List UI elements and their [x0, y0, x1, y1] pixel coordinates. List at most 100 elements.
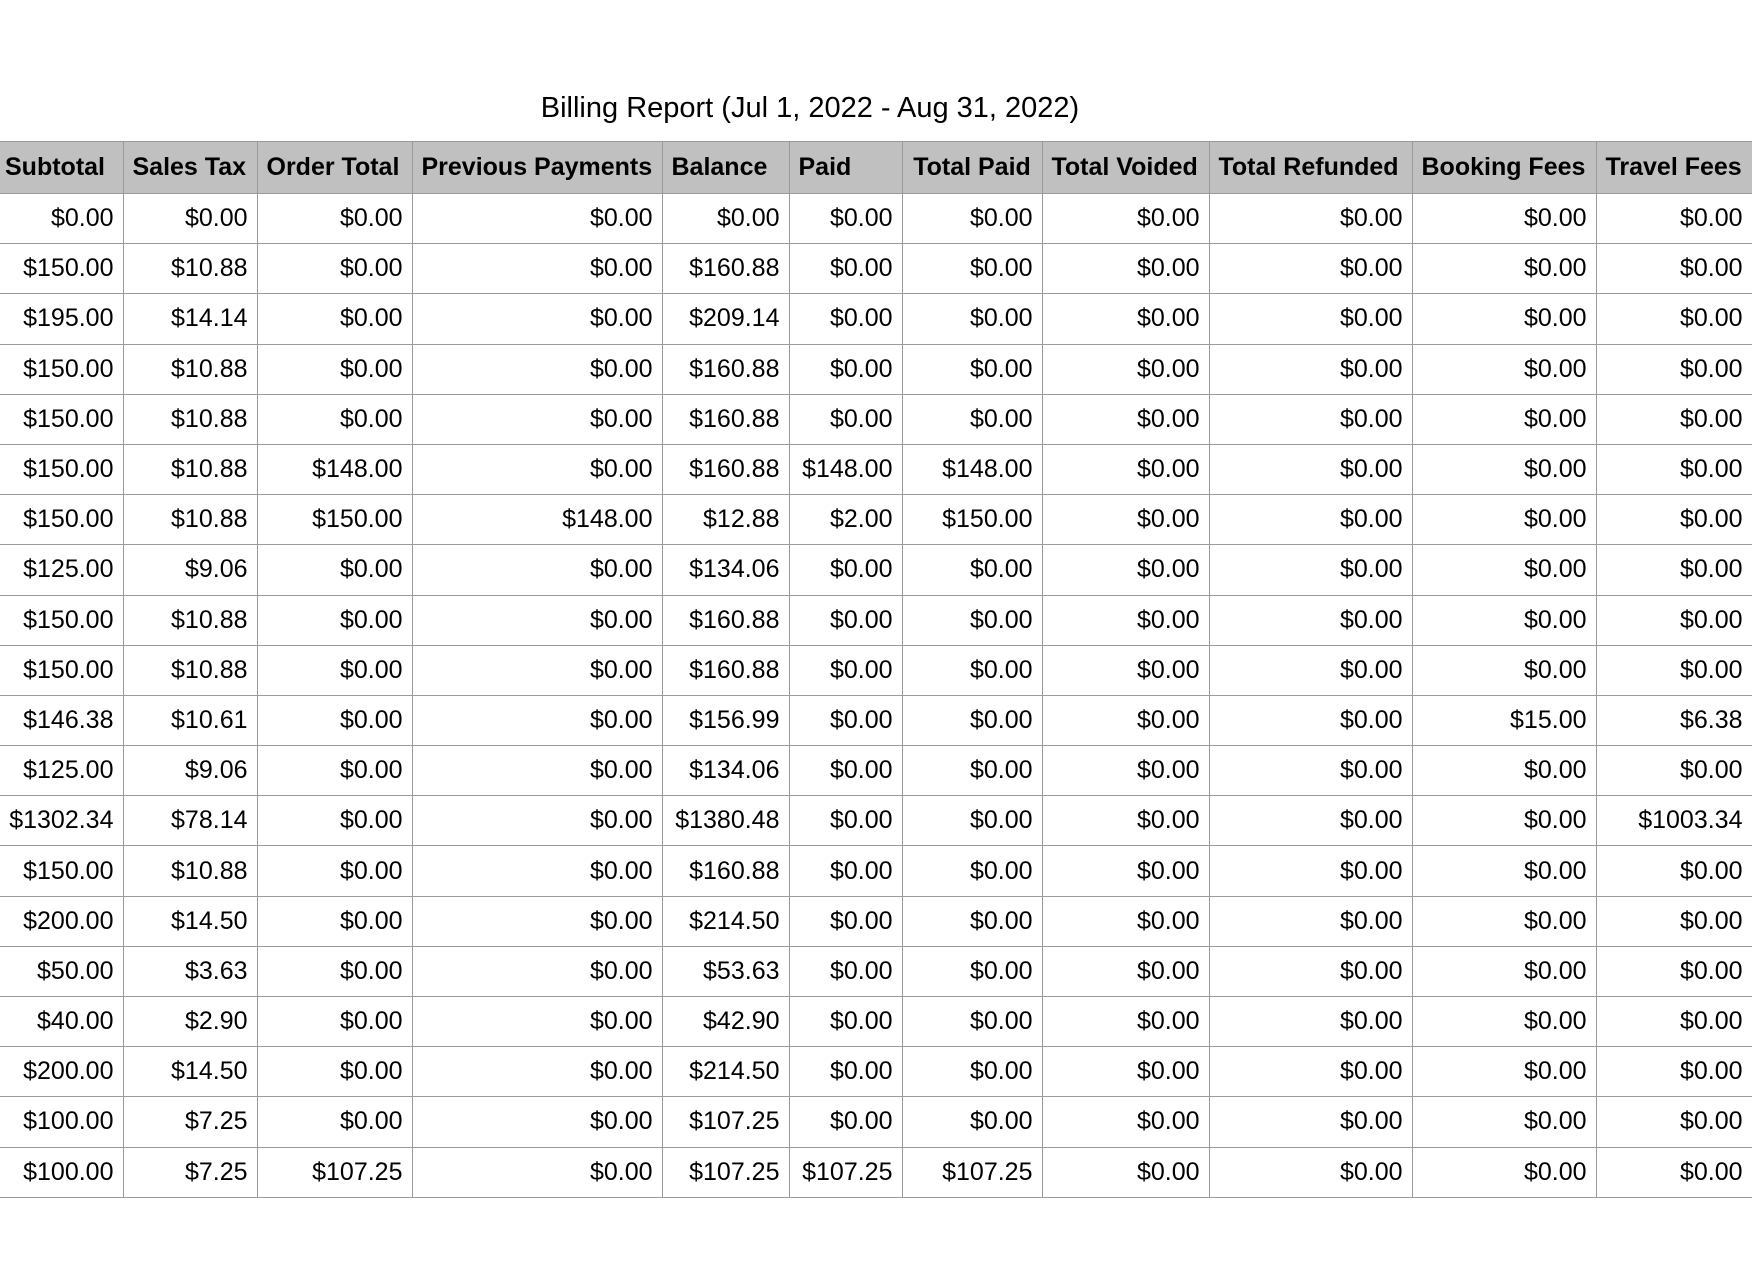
billing-table: Subtotal Sales Tax Order Total Previous … [0, 141, 1752, 1198]
table-cell: $0.00 [1208, 443, 1413, 496]
table-cell: $0.00 [256, 192, 413, 245]
column-header: Sales Tax [122, 141, 258, 194]
table-cell: $156.99 [661, 694, 790, 747]
table-cell: $0.00 [661, 192, 790, 245]
table-cell: $107.25 [661, 1146, 790, 1198]
table-row: $146.38 $10.61 $0.00 $0.00 $156.99 $0.00 $0.00… [0, 694, 1752, 747]
table-cell: $0.00 [1208, 745, 1413, 797]
table-cell: $0.00 [1595, 343, 1752, 395]
table-cell: $0.00 [1595, 494, 1752, 546]
table-cell: $214.50 [661, 1046, 790, 1098]
table-cell: $0.00 [1595, 243, 1752, 295]
table-cell: $160.88 [661, 644, 790, 696]
table-cell: $0.00 [1041, 293, 1210, 345]
table-cell: $0.00 [1595, 995, 1752, 1048]
table-cell: $0.00 [901, 995, 1043, 1048]
table-cell: $0.00 [1411, 393, 1597, 445]
table-cell: $0.00 [1041, 1096, 1210, 1148]
table-cell: $0.00 [1411, 895, 1597, 947]
column-header: Balance [661, 141, 790, 194]
table-cell: $0.00 [1411, 1146, 1597, 1198]
table-cell: $0.00 [1208, 895, 1413, 947]
table-cell: $0.00 [1595, 1046, 1752, 1098]
table-cell: $0.00 [1208, 795, 1413, 847]
table-cell: $10.88 [122, 243, 258, 295]
table-cell: $0.00 [411, 192, 663, 245]
table-cell: $0.00 [1208, 343, 1413, 395]
table-cell: $0.00 [901, 945, 1043, 998]
table-cell: $0.00 [1041, 644, 1210, 696]
table-cell: $0.00 [1041, 1046, 1210, 1098]
table-cell: $0.00 [1041, 945, 1210, 998]
table-cell: $0.00 [411, 644, 663, 696]
table-cell: $9.06 [122, 745, 258, 797]
table-cell: $0.00 [0, 192, 124, 245]
table-cell: $0.00 [411, 1146, 663, 1198]
table-cell: $0.00 [1208, 293, 1413, 345]
table-cell: $2.00 [788, 494, 903, 546]
table-cell: $78.14 [122, 795, 258, 847]
table-cell: $0.00 [901, 594, 1043, 646]
table-cell: $0.00 [788, 594, 903, 646]
table-cell: $150.00 [256, 494, 413, 546]
table-cell: $0.00 [901, 745, 1043, 797]
table-cell: $200.00 [0, 895, 124, 947]
table-cell: $160.88 [661, 443, 790, 496]
table-cell: $209.14 [661, 293, 790, 345]
table-cell: $100.00 [0, 1096, 124, 1148]
table-cell: $0.00 [901, 192, 1043, 245]
table-header: Subtotal Sales Tax Order Total Previous … [0, 141, 1752, 194]
table-cell: $0.00 [788, 393, 903, 445]
table-cell: $134.06 [661, 745, 790, 797]
table-cell: $0.00 [1208, 644, 1413, 696]
table-cell: $0.00 [256, 1096, 413, 1148]
table-row: $200.00 $14.50 $0.00 $0.00 $214.50 $0.00 $0.00… [0, 1046, 1752, 1098]
table-cell: $0.00 [1041, 745, 1210, 797]
table-cell: $0.00 [1595, 1146, 1752, 1198]
table-cell: $0.00 [901, 393, 1043, 445]
table-cell: $107.25 [256, 1146, 413, 1198]
table-cell: $148.00 [788, 443, 903, 496]
table-cell: $0.00 [901, 845, 1043, 897]
table-cell: $0.00 [1411, 192, 1597, 245]
table-cell: $0.00 [1595, 293, 1752, 345]
table-cell: $0.00 [1041, 192, 1210, 245]
table-row: $150.00 $10.88 $0.00 $0.00 $160.88 $0.00 $0.00… [0, 343, 1752, 395]
table-cell: $10.88 [122, 494, 258, 546]
table-cell: $0.00 [901, 694, 1043, 747]
table-cell: $0.00 [1595, 393, 1752, 445]
table-cell: $0.00 [256, 1046, 413, 1098]
table-cell: $0.00 [256, 945, 413, 998]
table-cell: $0.00 [256, 995, 413, 1048]
table-cell: $150.00 [0, 845, 124, 897]
table-cell: $0.00 [411, 895, 663, 947]
table-cell: $0.00 [1208, 494, 1413, 546]
table-cell: $10.88 [122, 393, 258, 445]
table-cell: $0.00 [1041, 1146, 1210, 1198]
table-cell: $0.00 [1411, 795, 1597, 847]
table-row: $150.00 $10.88 $148.00 $0.00 $160.88 $148.00 $… [0, 443, 1752, 496]
table-row: $125.00 $9.06 $0.00 $0.00 $134.06 $0.00 $0.00 $… [0, 544, 1752, 596]
table-cell: $0.00 [788, 243, 903, 295]
table-cell: $10.88 [122, 443, 258, 496]
table-cell: $0.00 [788, 845, 903, 897]
table-cell: $0.00 [411, 544, 663, 596]
table-cell: $0.00 [1411, 1046, 1597, 1098]
table-cell: $0.00 [1208, 243, 1413, 295]
table-cell: $9.06 [122, 544, 258, 596]
table-cell: $0.00 [1208, 393, 1413, 445]
table-cell: $0.00 [1411, 1096, 1597, 1148]
table-row: $100.00 $7.25 $107.25 $0.00 $107.25 $107.25 $1… [0, 1146, 1752, 1198]
table-cell: $0.00 [411, 795, 663, 847]
table-cell: $0.00 [256, 895, 413, 947]
table-cell: $0.00 [411, 995, 663, 1048]
table-cell: $0.00 [1041, 544, 1210, 596]
table-cell: $0.00 [256, 694, 413, 747]
table-cell: $0.00 [411, 1096, 663, 1148]
table-row: $150.00 $10.88 $0.00 $0.00 $160.88 $0.00 $0.00… [0, 393, 1752, 445]
column-header: Total Paid [901, 141, 1043, 194]
table-cell: $0.00 [788, 694, 903, 747]
table-cell: $150.00 [0, 243, 124, 295]
table-cell: $10.61 [122, 694, 258, 747]
table-cell: $160.88 [661, 594, 790, 646]
